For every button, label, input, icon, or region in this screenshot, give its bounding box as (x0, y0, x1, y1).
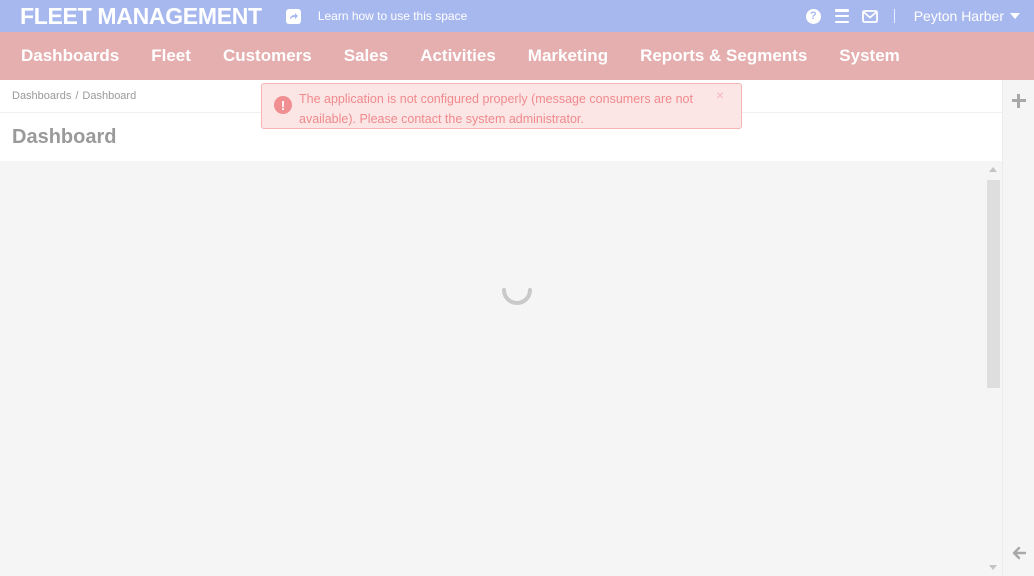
nav-item-system[interactable]: System (823, 46, 915, 66)
nav-item-reports-segments[interactable]: Reports & Segments (624, 46, 823, 66)
breadcrumb: Dashboards / Dashboard (12, 90, 136, 102)
exclamation-circle-icon: ! (274, 96, 292, 114)
breadcrumb-item-dashboards[interactable]: Dashboards (12, 90, 71, 102)
scroll-up-arrow-icon[interactable] (989, 167, 997, 172)
nav-item-customers[interactable]: Customers (207, 46, 328, 66)
envelope-icon[interactable] (861, 9, 878, 23)
loading-spinner-icon (500, 272, 534, 306)
scroll-down-arrow-icon[interactable] (989, 565, 997, 570)
breadcrumb-separator: / (75, 90, 79, 102)
caret-down-icon[interactable] (1010, 13, 1020, 19)
share-square-icon[interactable] (285, 8, 301, 24)
question-circle-icon[interactable]: ? (805, 8, 821, 24)
main-nav: Dashboards Fleet Customers Sales Activit… (0, 32, 1034, 80)
arrow-left-icon[interactable] (1012, 546, 1027, 565)
nav-item-fleet[interactable]: Fleet (135, 46, 207, 66)
nav-item-activities[interactable]: Activities (404, 46, 512, 66)
top-bar: FLEET MANAGEMENT Learn how to use this s… (0, 0, 1034, 32)
nav-item-marketing[interactable]: Marketing (512, 46, 624, 66)
app-brand[interactable]: FLEET MANAGEMENT (20, 3, 262, 30)
alert-message: The application is not configured proper… (299, 92, 693, 126)
top-divider (893, 9, 895, 23)
nav-item-dashboards[interactable]: Dashboards (5, 46, 135, 66)
user-menu-name[interactable]: Peyton Harber (914, 8, 1004, 24)
plus-icon[interactable] (1012, 94, 1026, 108)
nav-item-sales[interactable]: Sales (328, 46, 404, 66)
scrollbar-thumb[interactable] (987, 180, 1000, 388)
close-icon[interactable]: × (716, 87, 724, 103)
right-sidebar (1002, 80, 1034, 576)
learn-link[interactable]: Learn how to use this space (318, 9, 467, 23)
error-alert: ! The application is not configured prop… (261, 83, 742, 129)
top-right-actions: ? Peyton Harber (805, 0, 1020, 32)
list-icon[interactable] (834, 9, 849, 23)
breadcrumb-item-dashboard[interactable]: Dashboard (82, 90, 136, 102)
page-title: Dashboard (12, 126, 117, 148)
